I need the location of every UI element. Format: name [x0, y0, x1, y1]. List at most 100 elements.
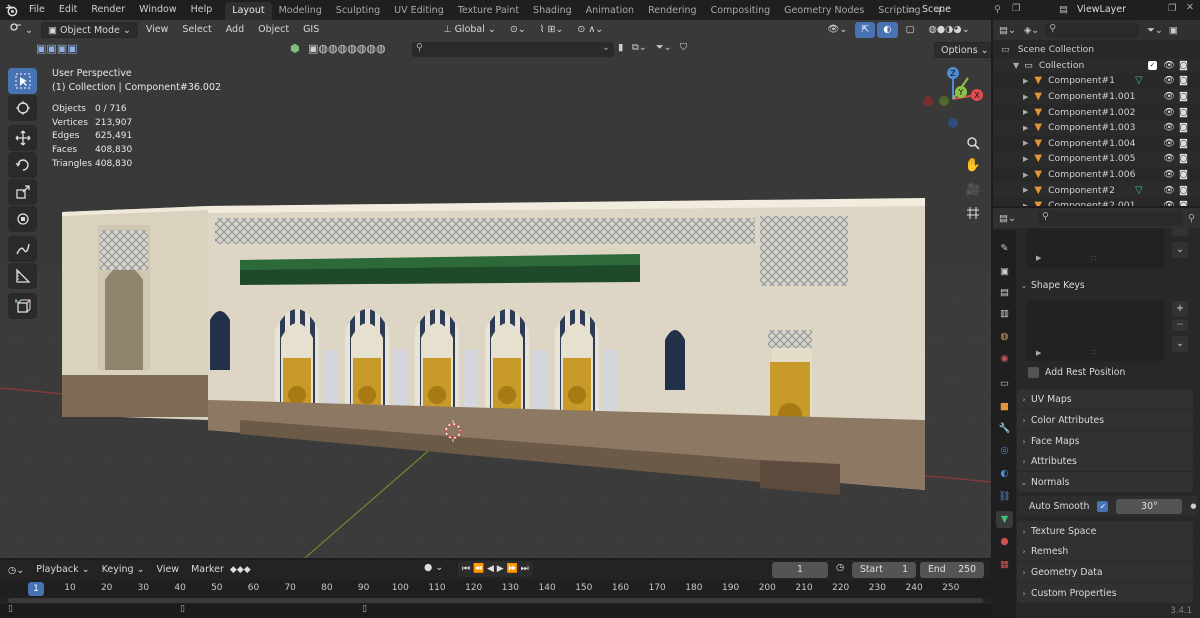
camera-icon[interactable]: ◙: [1179, 75, 1188, 86]
end-frame-field[interactable]: End 250: [920, 562, 984, 578]
camera-icon[interactable]: ◙: [1179, 60, 1188, 71]
eye-icon[interactable]: 👁: [1163, 138, 1175, 149]
camera-icon[interactable]: ◙: [1179, 138, 1188, 149]
eye-icon[interactable]: 👁: [1163, 200, 1175, 206]
workspace-tab-rendering[interactable]: Rendering: [641, 2, 704, 20]
scene-collection-row[interactable]: ▭ Scene Collection: [993, 42, 1200, 58]
remesh-panel-header[interactable]: › Remesh: [1017, 541, 1193, 561]
texture-tab-icon[interactable]: ▦: [996, 556, 1013, 573]
outliner-item-row[interactable]: ▶ ▼ Component#1.005 👁 ◙: [993, 151, 1200, 167]
current-frame-indicator[interactable]: 1: [28, 582, 44, 596]
keyframe-dot-icon[interactable]: ●: [1190, 502, 1196, 510]
resize-handle-icon[interactable]: ∷: [1091, 254, 1096, 263]
expand-arrow-icon[interactable]: ▶: [1023, 93, 1028, 101]
outliner-editor-icon[interactable]: ▤⌄: [999, 25, 1016, 36]
expand-arrow-icon[interactable]: ▼: [1013, 61, 1019, 70]
collection-tab-icon[interactable]: ▭: [996, 375, 1013, 392]
chevron-down-icon[interactable]: ⌄: [1172, 242, 1188, 258]
menu-render[interactable]: Render: [84, 0, 132, 20]
pin-icon[interactable]: ⚲: [994, 1, 1001, 19]
scale-tool[interactable]: [8, 179, 37, 205]
view-layer-tab-icon[interactable]: ▥: [996, 305, 1013, 322]
filter-toggle-icons[interactable]: ▣◍◍◍◍◍◍◍: [308, 42, 386, 55]
uv-maps-panel-header[interactable]: › UV Maps: [1017, 389, 1193, 409]
material-tab-icon[interactable]: ●: [996, 533, 1013, 550]
menu-help[interactable]: Help: [184, 0, 220, 20]
workspace-tab-shading[interactable]: Shading: [526, 2, 579, 20]
copy-scene-icon[interactable]: ❐: [1012, 3, 1021, 14]
marker-menu[interactable]: Marker: [185, 562, 230, 578]
face-maps-panel-header[interactable]: › Face Maps: [1017, 431, 1193, 451]
expand-arrow-icon[interactable]: ▶: [1023, 124, 1028, 132]
clock-icon[interactable]: ◷⌄: [8, 565, 24, 576]
rotate-tool[interactable]: [8, 152, 37, 178]
properties-search-input[interactable]: ⚲: [1037, 210, 1182, 226]
eye-icon[interactable]: 👁: [1163, 91, 1175, 102]
gizmo-toggle-icon[interactable]: ⇱: [855, 22, 876, 38]
navigation-gizmo[interactable]: Z X Y: [918, 65, 988, 135]
scene-selector[interactable]: ▭ Scene ⚲: [900, 1, 1020, 19]
pan-view-icon[interactable]: ✋: [962, 154, 984, 176]
pivot-point-icon[interactable]: ⊙⌄: [504, 22, 532, 38]
blender-logo-icon[interactable]: [0, 3, 22, 17]
viewport-menu-select[interactable]: Select: [176, 22, 217, 38]
color-attributes-panel-header[interactable]: › Color Attributes: [1017, 410, 1193, 430]
viewport-menu-view[interactable]: View: [140, 22, 175, 38]
object-mode-dropdown[interactable]: ▣ Object Mode ⌄: [40, 22, 138, 38]
physics-tab-icon[interactable]: ◐: [996, 465, 1013, 482]
particles-tab-icon[interactable]: ◎: [996, 442, 1013, 459]
outliner-item-row[interactable]: ▶ ▼ Component#1.003 👁 ◙: [993, 120, 1200, 136]
timeline-scrollbar[interactable]: [8, 598, 983, 603]
viewport-menu-object[interactable]: Object: [252, 22, 295, 38]
checkbox-icon[interactable]: ✓: [1148, 60, 1157, 70]
add-shape-key-button[interactable]: +: [1172, 301, 1188, 317]
camera-icon[interactable]: ◙: [1179, 107, 1188, 118]
shading-modes-icon[interactable]: ◍●◑◕⌄: [923, 22, 976, 38]
overlay-toggle-icon[interactable]: ◐: [877, 22, 898, 38]
workspace-tab-compositing[interactable]: Compositing: [704, 2, 778, 20]
expand-arrow-icon[interactable]: ▶: [1023, 202, 1028, 206]
camera-icon[interactable]: ◙: [1179, 122, 1188, 133]
vertex-groups-list[interactable]: ▶ ∷: [1026, 228, 1164, 268]
expand-arrow-icon[interactable]: ▶: [1023, 77, 1028, 85]
outliner-item-row[interactable]: ▶ ▼ Component#1.002 👁 ◙: [993, 104, 1200, 120]
playback-controls[interactable]: ⏮ ⏪ ◀ ▶ ⏩ ⏭: [458, 561, 533, 577]
expand-arrow-icon[interactable]: ▶: [1023, 186, 1028, 194]
object-tab-icon[interactable]: ■: [996, 398, 1013, 415]
workspace-tab-animation[interactable]: Animation: [579, 2, 641, 20]
custom-properties-panel-header[interactable]: › Custom Properties: [1017, 583, 1193, 603]
start-frame-field[interactable]: Start 1: [852, 562, 916, 578]
collection-row[interactable]: ▼ ▭ Collection ✓ 👁 ◙: [993, 57, 1200, 74]
cursor-tool[interactable]: [8, 95, 37, 121]
outliner-item-row[interactable]: ▶ ▼ Component#1.006 👁 ◙: [993, 167, 1200, 183]
outliner-item-row[interactable]: ▶ ▼ Component#1.001 👁 ◙: [993, 88, 1200, 105]
auto-smooth-angle-field[interactable]: 30°: [1116, 498, 1183, 514]
proportional-edit-icon[interactable]: ⊙ ∧⌄: [571, 22, 609, 38]
copy-view-layer-icon[interactable]: ❐: [1168, 3, 1177, 14]
output-tab-icon[interactable]: ▤: [996, 284, 1013, 301]
properties-editor-icon[interactable]: ▤⌄: [999, 213, 1016, 224]
eye-icon[interactable]: 👁: [1163, 75, 1175, 86]
add-rest-position-row[interactable]: Add Rest Position: [1028, 367, 1125, 378]
outliner-item-row[interactable]: ▶ ▼ Component#1 ▽ 👁 ◙: [993, 73, 1200, 89]
list-side-button[interactable]: [1172, 228, 1188, 236]
snap-toggle-icon[interactable]: ⌇ ⊞⌄: [534, 22, 570, 38]
bookmark-icon[interactable]: ▮: [618, 42, 623, 53]
playback-menu[interactable]: Playback ⌄: [30, 562, 95, 578]
gis-icons[interactable]: ⬢: [290, 42, 300, 55]
remove-view-layer-icon[interactable]: ✕: [1186, 2, 1194, 13]
stopwatch-icon[interactable]: ◷: [836, 562, 844, 573]
outliner-item-row[interactable]: ▶ ▼ Component#2.001 👁 ◙: [993, 198, 1200, 206]
geometry-data-panel-header[interactable]: › Geometry Data: [1017, 562, 1193, 582]
eye-icon[interactable]: 👁: [1163, 169, 1175, 180]
checkbox-icon[interactable]: [1028, 367, 1039, 378]
display-mode-icon[interactable]: ◈⌄: [1024, 25, 1039, 36]
move-tool[interactable]: [8, 125, 37, 151]
current-frame-field[interactable]: 1: [772, 562, 828, 578]
menu-edit[interactable]: Edit: [52, 0, 84, 20]
scene-tab-icon[interactable]: ◍: [996, 328, 1013, 345]
workspace-tab-texture-paint[interactable]: Texture Paint: [451, 2, 526, 20]
outliner-item-row[interactable]: ▶ ▼ Component#1.004 👁 ◙: [993, 136, 1200, 152]
camera-icon[interactable]: ◙: [1179, 153, 1188, 164]
eye-icon[interactable]: 👁: [1163, 60, 1175, 71]
